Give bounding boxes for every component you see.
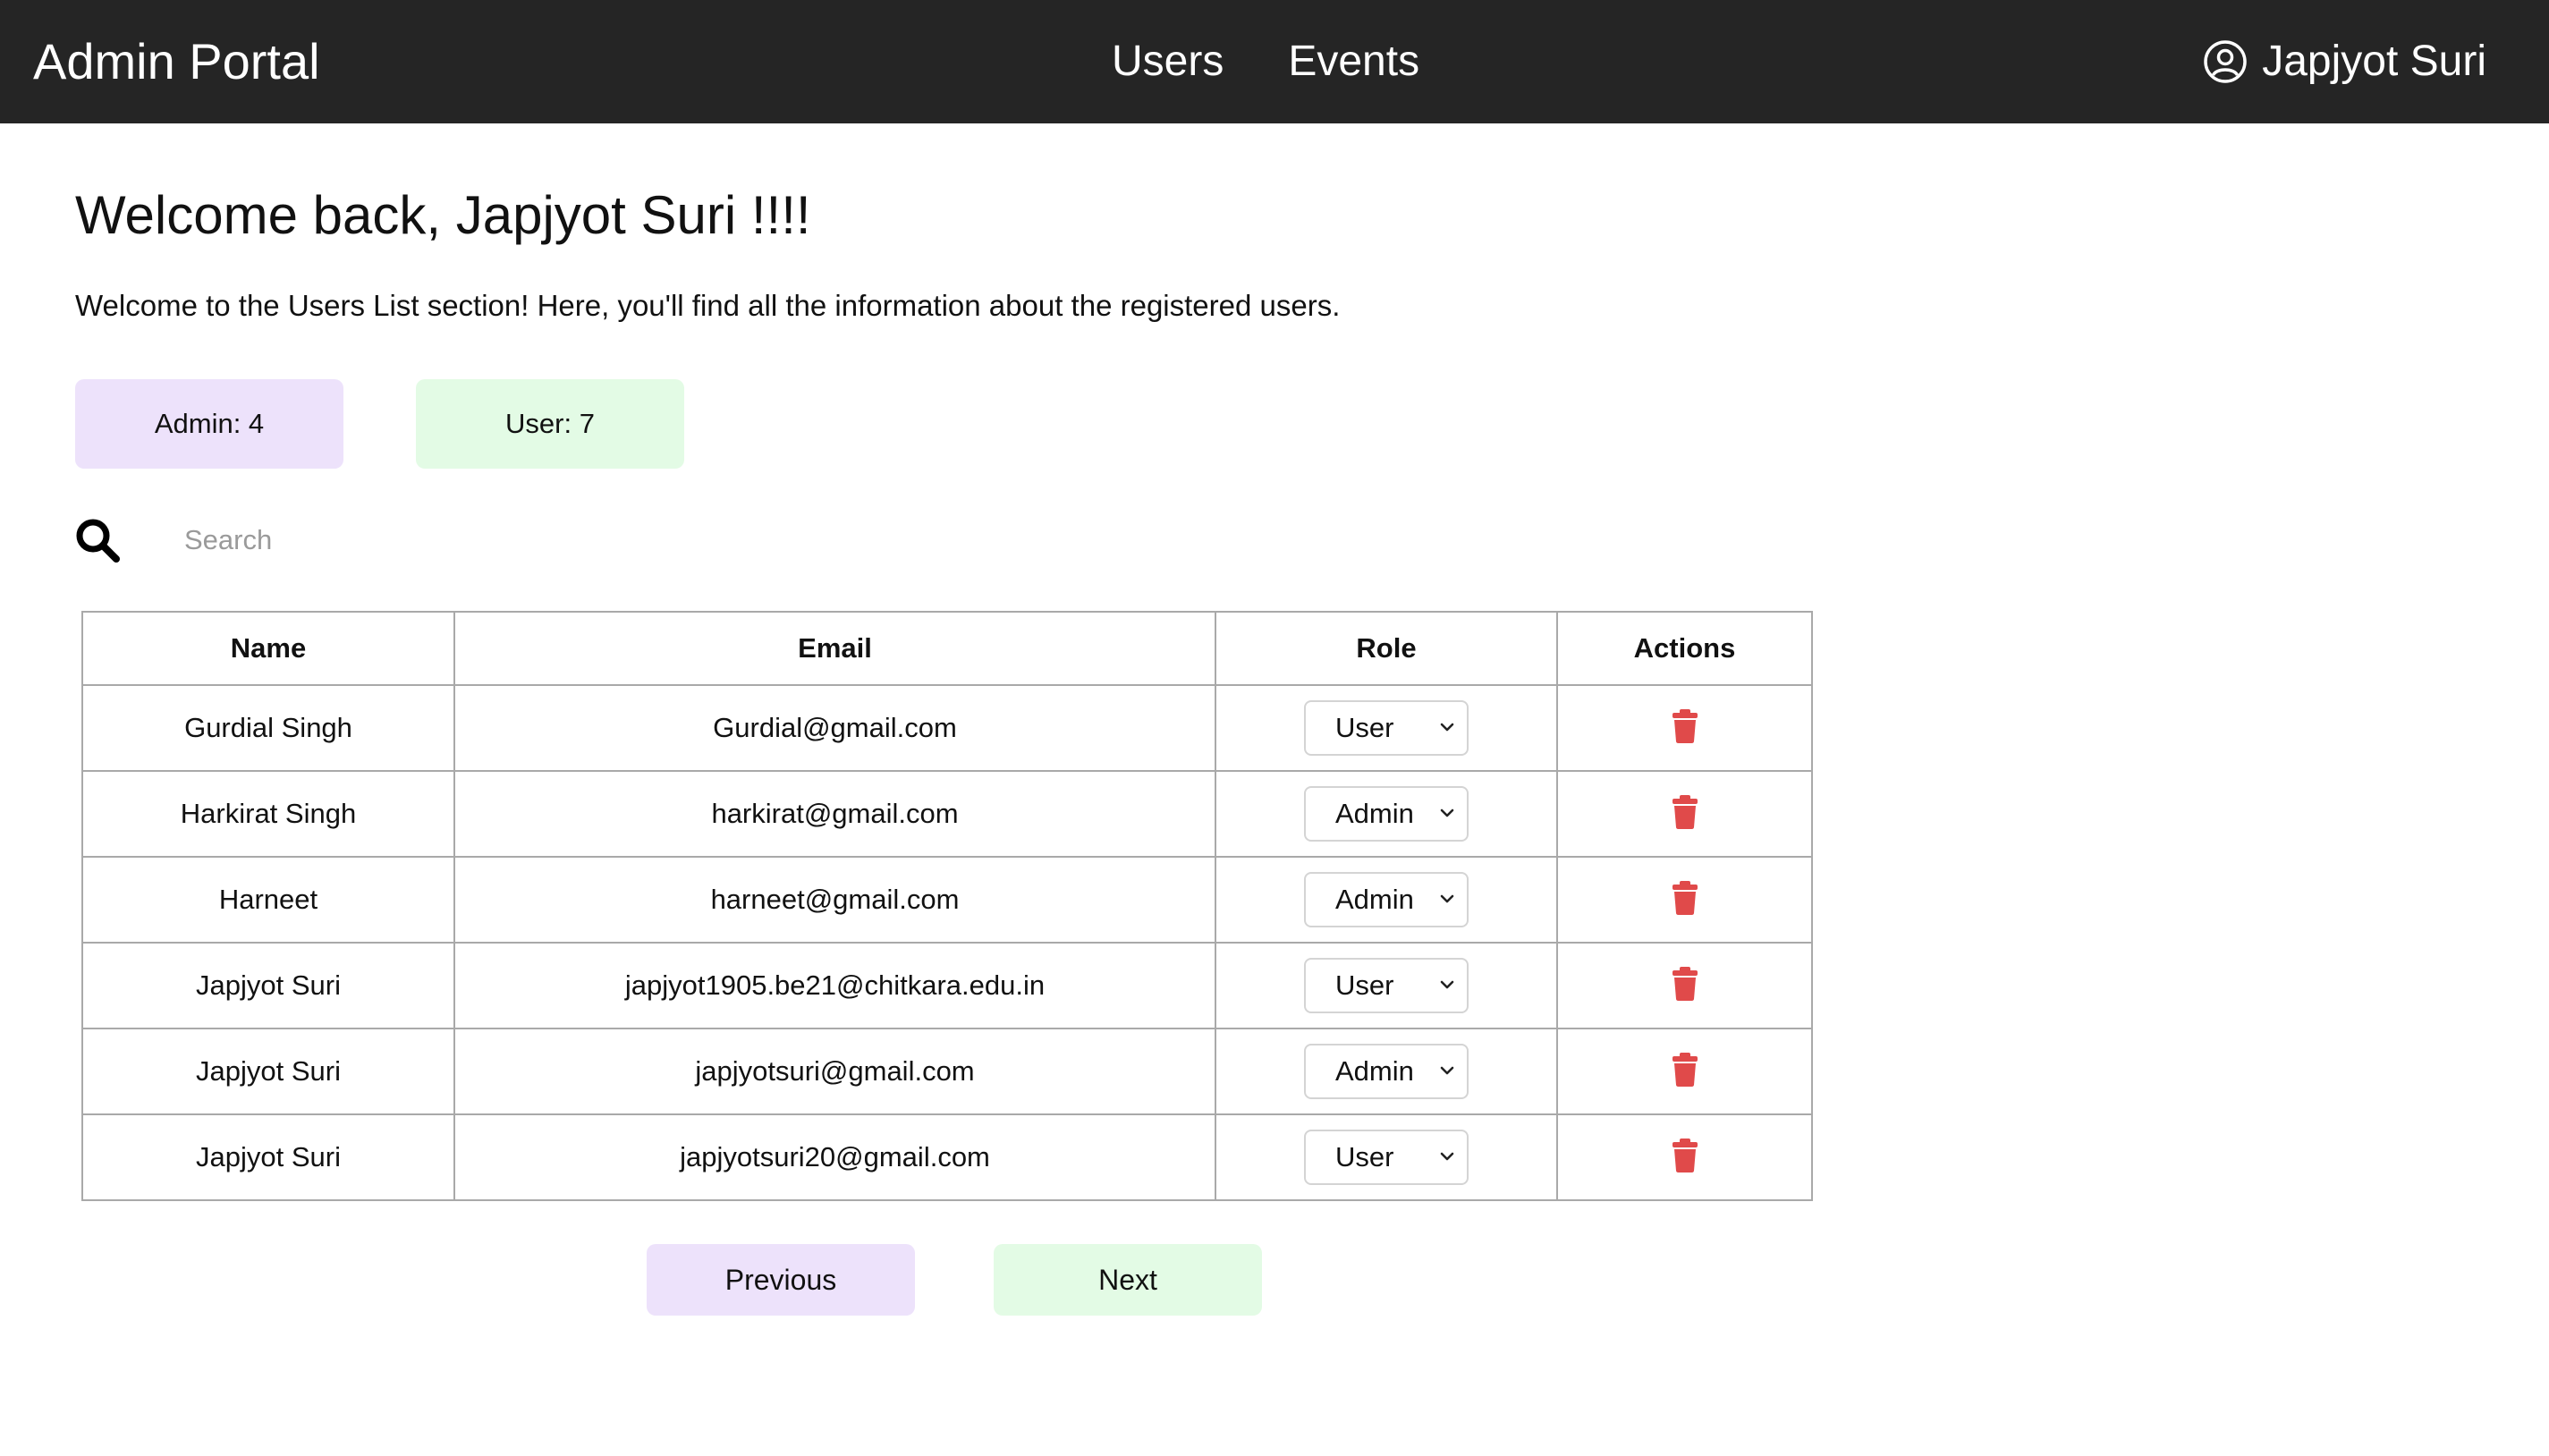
users-table: Name Email Role Actions Gurdial Singh Gu… [81,611,1813,1201]
page-title: Welcome back, Japjyot Suri !!!! [75,185,811,245]
role-select[interactable]: Admin [1304,872,1469,927]
table-row: Harneet harneet@gmail.com Admin [81,856,1813,944]
search-icon [74,517,121,563]
role-select-value: Admin [1335,884,1414,915]
role-select-value: User [1335,969,1394,1001]
chevron-down-icon [1440,723,1454,732]
cell-actions [1556,1028,1813,1115]
search-input[interactable] [168,517,737,563]
page-description: Welcome to the Users List section! Here,… [75,289,1341,322]
cell-actions [1556,1113,1813,1201]
cell-actions [1556,770,1813,858]
cell-actions [1556,942,1813,1029]
cell-role: Admin [1215,856,1558,944]
role-select-value: User [1335,712,1394,743]
user-circle-icon [2203,39,2248,84]
user-menu[interactable]: Japjyot Suri [2203,34,2486,89]
column-header-name: Name [81,611,455,686]
cell-name: Japjyot Suri [81,942,455,1029]
top-navbar: Admin Portal Users Events Japjyot Suri [0,0,2549,123]
table-header-row: Name Email Role Actions [81,611,1813,686]
table-row: Japjyot Suri japjyotsuri20@gmail.com Use… [81,1113,1813,1201]
chevron-down-icon [1440,1152,1454,1161]
column-header-actions: Actions [1556,611,1813,686]
chevron-down-icon [1440,894,1454,903]
role-select-value: Admin [1335,798,1414,829]
cell-actions [1556,856,1813,944]
role-select-value: User [1335,1141,1394,1172]
chevron-down-icon [1440,808,1454,817]
cell-role: User [1215,1113,1558,1201]
table-row: Japjyot Suri japjyot1905.be21@chitkara.e… [81,942,1813,1029]
chevron-down-icon [1440,980,1454,989]
chevron-down-icon [1440,1066,1454,1075]
trash-icon[interactable] [1672,794,1698,830]
user-count-badge[interactable]: User: 7 [416,379,684,469]
cell-name: Harkirat Singh [81,770,455,858]
cell-email: japjyotsuri20@gmail.com [453,1113,1216,1201]
trash-icon[interactable] [1672,966,1698,1002]
trash-icon[interactable] [1672,880,1698,916]
user-name: Japjyot Suri [2262,38,2486,85]
role-select[interactable]: Admin [1304,1044,1469,1099]
cell-email: harneet@gmail.com [453,856,1216,944]
cell-actions [1556,684,1813,772]
cell-role: User [1215,684,1558,772]
role-select[interactable]: User [1304,1130,1469,1185]
cell-name: Gurdial Singh [81,684,455,772]
brand-title[interactable]: Admin Portal [33,32,320,91]
column-header-role: Role [1215,611,1558,686]
cell-name: Harneet [81,856,455,944]
cell-email: Gurdial@gmail.com [453,684,1216,772]
table-row: Gurdial Singh Gurdial@gmail.com User [81,684,1813,772]
cell-email: japjyotsuri@gmail.com [453,1028,1216,1115]
cell-role: Admin [1215,770,1558,858]
cell-name: Japjyot Suri [81,1113,455,1201]
cell-role: Admin [1215,1028,1558,1115]
nav-links: Users Events [1112,34,1419,89]
cell-name: Japjyot Suri [81,1028,455,1115]
trash-icon[interactable] [1672,1052,1698,1088]
role-select-value: Admin [1335,1055,1414,1087]
cell-email: japjyot1905.be21@chitkara.edu.in [453,942,1216,1029]
role-select[interactable]: User [1304,958,1469,1013]
table-row: Japjyot Suri japjyotsuri@gmail.com Admin [81,1028,1813,1115]
table-row: Harkirat Singh harkirat@gmail.com Admin [81,770,1813,858]
admin-count-badge[interactable]: Admin: 4 [75,379,343,469]
cell-role: User [1215,942,1558,1029]
column-header-email: Email [453,611,1216,686]
next-page-button[interactable]: Next [994,1244,1262,1316]
trash-icon[interactable] [1672,1138,1698,1173]
trash-icon[interactable] [1672,708,1698,744]
role-select[interactable]: Admin [1304,786,1469,842]
nav-link-users[interactable]: Users [1112,34,1224,89]
role-select[interactable]: User [1304,700,1469,756]
previous-page-button[interactable]: Previous [647,1244,915,1316]
nav-link-events[interactable]: Events [1288,34,1419,89]
cell-email: harkirat@gmail.com [453,770,1216,858]
